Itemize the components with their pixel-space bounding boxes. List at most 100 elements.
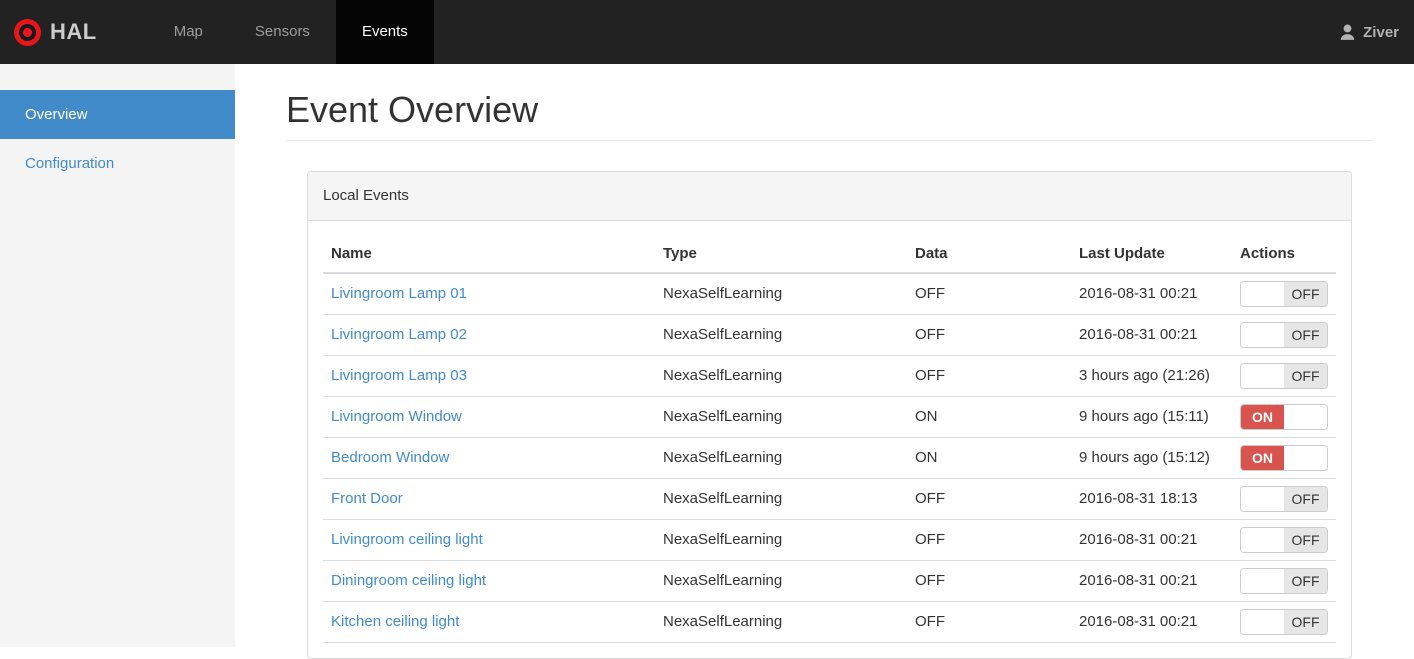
cell-data: OFF xyxy=(907,272,1071,315)
brand-name: HAL xyxy=(50,19,97,44)
top-navbar: HAL Map Sensors Events Ziver xyxy=(0,0,1414,64)
page-layout: Overview Configuration Event Overview Lo… xyxy=(0,64,1414,659)
toggle-switch[interactable]: OFF xyxy=(1240,608,1328,635)
cell-last-update: 2016-08-31 00:21 xyxy=(1071,518,1232,561)
local-events-panel: Local Events Name Type Data Last Update … xyxy=(307,170,1352,659)
table-row: Livingroom Window NexaSelfLearning ON 9 hou… xyxy=(323,395,1336,438)
toggle-off-segment: OFF xyxy=(1284,322,1327,347)
table-row: Diningroom ceiling light NexaSelfLearning… xyxy=(323,559,1336,602)
cell-last-update: 2016-08-31 00:21 xyxy=(1071,559,1232,602)
table-row: Livingroom ceiling light NexaSelfLearning… xyxy=(323,518,1336,561)
cell-data: OFF xyxy=(907,559,1071,602)
cell-type: NexaSelfLearning xyxy=(655,559,907,602)
cell-last-update: 2016-08-31 00:21 xyxy=(1071,600,1232,643)
cell-type: NexaSelfLearning xyxy=(655,395,907,438)
table-row: Bedroom Window NexaSelfLearning ON 9 hours … xyxy=(323,436,1336,479)
toggle-switch[interactable]: OFF xyxy=(1240,321,1328,348)
cell-actions: ON xyxy=(1232,395,1336,438)
panel-body: Name Type Data Last Update Actions Livin… xyxy=(308,221,1351,658)
page-title: Event Overview xyxy=(286,90,1374,141)
cell-data: ON xyxy=(907,436,1071,479)
toggle-off-segment: OFF xyxy=(1284,281,1327,306)
toggle-on-segment xyxy=(1241,527,1284,552)
toggle-off-segment: OFF xyxy=(1284,527,1327,552)
toggle-off-segment xyxy=(1284,404,1327,429)
toggle-off-segment: OFF xyxy=(1284,609,1327,634)
cell-name: Livingroom Window xyxy=(323,395,655,438)
column-header-data: Data xyxy=(907,235,1071,274)
hal-logo-icon xyxy=(14,18,41,46)
main-content: Event Overview Local Events Name Type Da… xyxy=(235,64,1414,659)
event-name-link[interactable]: Diningroom ceiling light xyxy=(331,572,486,589)
cell-data: OFF xyxy=(907,313,1071,356)
nav-item-events[interactable]: Events xyxy=(335,0,434,64)
cell-last-update: 2016-08-31 00:21 xyxy=(1071,313,1232,356)
column-header-actions: Actions xyxy=(1232,235,1336,274)
cell-data: OFF xyxy=(907,477,1071,520)
cell-last-update: 2016-08-31 18:13 xyxy=(1071,477,1232,520)
event-name-link[interactable]: Livingroom Window xyxy=(331,408,462,425)
table-row: Livingroom Lamp 02 NexaSelfLearning OFF 201… xyxy=(323,313,1336,356)
cell-type: NexaSelfLearning xyxy=(655,600,907,643)
table-row: Kitchen ceiling light NexaSelfLearning OFF… xyxy=(323,600,1336,643)
toggle-on-segment: ON xyxy=(1241,404,1284,429)
event-name-link[interactable]: Kitchen ceiling light xyxy=(331,613,459,630)
cell-type: NexaSelfLearning xyxy=(655,313,907,356)
toggle-switch[interactable]: OFF xyxy=(1240,567,1328,594)
cell-name: Front Door xyxy=(323,477,655,520)
user-icon xyxy=(1338,23,1357,42)
table-row: Front Door NexaSelfLearning OFF 2016-08-31 … xyxy=(323,477,1336,520)
toggle-on-segment xyxy=(1241,322,1284,347)
cell-actions: ON xyxy=(1232,436,1336,479)
toggle-on-segment xyxy=(1241,363,1284,388)
event-name-link[interactable]: Bedroom Window xyxy=(331,449,449,466)
event-name-link[interactable]: Livingroom Lamp 03 xyxy=(331,367,467,384)
table-row: Livingroom Lamp 01 NexaSelfLearning OFF 201… xyxy=(323,272,1336,315)
cell-actions: OFF xyxy=(1232,600,1336,643)
nav-item-map[interactable]: Map xyxy=(148,0,229,64)
toggle-switch[interactable]: OFF xyxy=(1240,280,1328,307)
event-name-link[interactable]: Livingroom Lamp 01 xyxy=(331,285,467,302)
event-name-link[interactable]: Front Door xyxy=(331,490,403,507)
toggle-switch[interactable]: OFF xyxy=(1240,485,1328,512)
cell-type: NexaSelfLearning xyxy=(655,477,907,520)
toggle-switch[interactable]: ON xyxy=(1240,403,1328,430)
cell-name: Livingroom Lamp 03 xyxy=(323,354,655,397)
cell-last-update: 3 hours ago (21:26) xyxy=(1071,354,1232,397)
cell-name: Livingroom Lamp 01 xyxy=(323,272,655,315)
toggle-switch[interactable]: OFF xyxy=(1240,362,1328,389)
main-nav: Map Sensors Events xyxy=(148,0,434,64)
panel-title: Local Events xyxy=(308,171,1351,221)
sidebar-item-configuration[interactable]: Configuration xyxy=(0,139,235,188)
toggle-switch[interactable]: ON xyxy=(1240,444,1328,471)
cell-type: NexaSelfLearning xyxy=(655,354,907,397)
sidebar-item-overview[interactable]: Overview xyxy=(0,90,235,139)
cell-actions: OFF xyxy=(1232,477,1336,520)
header-row: Name Type Data Last Update Actions xyxy=(323,235,1336,274)
cell-actions: OFF xyxy=(1232,518,1336,561)
cell-actions: OFF xyxy=(1232,559,1336,602)
toggle-on-segment: ON xyxy=(1241,445,1284,470)
cell-actions: OFF xyxy=(1232,354,1336,397)
cell-data: OFF xyxy=(907,354,1071,397)
nav-item-sensors[interactable]: Sensors xyxy=(229,0,336,64)
cell-name: Diningroom ceiling light xyxy=(323,559,655,602)
cell-data: ON xyxy=(907,395,1071,438)
toggle-off-segment xyxy=(1284,445,1327,470)
user-menu[interactable]: Ziver xyxy=(1338,0,1414,64)
user-name: Ziver xyxy=(1363,23,1399,41)
brand[interactable]: HAL xyxy=(0,0,112,64)
event-name-link[interactable]: Livingroom Lamp 02 xyxy=(331,326,467,343)
toggle-on-segment xyxy=(1241,281,1284,306)
cell-data: OFF xyxy=(907,518,1071,561)
cell-name: Bedroom Window xyxy=(323,436,655,479)
sidebar: Overview Configuration xyxy=(0,64,235,647)
column-header-type: Type xyxy=(655,235,907,274)
column-header-last-update: Last Update xyxy=(1071,235,1232,274)
cell-data: OFF xyxy=(907,600,1071,643)
event-name-link[interactable]: Livingroom ceiling light xyxy=(331,531,483,548)
toggle-on-segment xyxy=(1241,609,1284,634)
toggle-switch[interactable]: OFF xyxy=(1240,526,1328,553)
column-header-name: Name xyxy=(323,235,655,274)
toggle-on-segment xyxy=(1241,486,1284,511)
